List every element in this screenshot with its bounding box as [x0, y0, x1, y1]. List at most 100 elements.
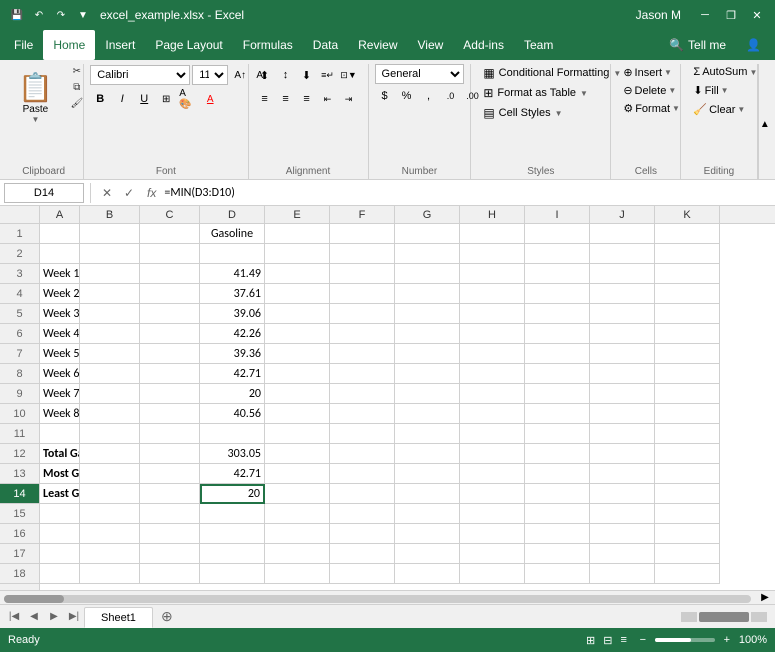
cell-B8[interactable] [80, 364, 140, 384]
cell-D16[interactable] [200, 524, 265, 544]
cell-J9[interactable] [590, 384, 655, 404]
cell-A18[interactable] [40, 564, 80, 584]
menu-home[interactable]: Home [43, 30, 95, 60]
cell-I5[interactable] [525, 304, 590, 324]
cell-A15[interactable] [40, 504, 80, 524]
col-header-F[interactable]: F [330, 206, 395, 223]
normal-view-btn[interactable]: ≡ [620, 634, 626, 646]
cell-J10[interactable] [590, 404, 655, 424]
cell-F13[interactable] [330, 464, 395, 484]
col-header-B[interactable]: B [80, 206, 140, 223]
cell-B14[interactable] [80, 484, 140, 504]
underline-btn[interactable]: U [134, 89, 154, 109]
cell-K3[interactable] [655, 264, 720, 284]
cell-D8[interactable]: 42.71 [200, 364, 265, 384]
cell-C6[interactable] [140, 324, 200, 344]
menu-account[interactable]: 👤 [736, 30, 771, 60]
cell-G9[interactable] [395, 384, 460, 404]
cell-B12[interactable] [80, 444, 140, 464]
cell-G17[interactable] [395, 544, 460, 564]
sheet-tab-first-btn[interactable]: |◀ [4, 605, 24, 628]
cell-A3[interactable]: Week 1 [40, 264, 80, 284]
cell-K7[interactable] [655, 344, 720, 364]
save-quick-btn[interactable]: 💾 [8, 6, 26, 24]
fill-color-btn[interactable]: A🎨 [178, 89, 198, 109]
cell-C10[interactable] [140, 404, 200, 424]
cell-H11[interactable] [460, 424, 525, 444]
confirm-formula-btn[interactable]: ✓ [119, 183, 139, 203]
row-num-9[interactable]: 9 [0, 384, 39, 404]
cell-C3[interactable] [140, 264, 200, 284]
cell-E1[interactable] [265, 224, 330, 244]
cell-H13[interactable] [460, 464, 525, 484]
row-num-11[interactable]: 11 [0, 424, 39, 444]
customize-quick-btn[interactable]: ▼ [74, 6, 92, 24]
cell-A17[interactable] [40, 544, 80, 564]
col-header-G[interactable]: G [395, 206, 460, 223]
menu-insert[interactable]: Insert [95, 30, 145, 60]
row-num-15[interactable]: 15 [0, 504, 39, 524]
col-header-I[interactable]: I [525, 206, 590, 223]
menu-team[interactable]: Team [514, 30, 563, 60]
cell-I13[interactable] [525, 464, 590, 484]
cell-A7[interactable]: Week 5 [40, 344, 80, 364]
cell-A4[interactable]: Week 2 [40, 284, 80, 304]
cell-H4[interactable] [460, 284, 525, 304]
cell-A8[interactable]: Week 6 [40, 364, 80, 384]
cell-J18[interactable] [590, 564, 655, 584]
cell-B16[interactable] [80, 524, 140, 544]
cell-G7[interactable] [395, 344, 460, 364]
cell-B7[interactable] [80, 344, 140, 364]
format-btn[interactable]: ⚙ Format ▼ [617, 100, 686, 117]
cell-D3[interactable]: 41.49 [200, 264, 265, 284]
align-right-btn[interactable]: ≡ [297, 89, 317, 109]
cell-D10[interactable]: 40.56 [200, 404, 265, 424]
col-header-D[interactable]: D [200, 206, 265, 223]
cell-G15[interactable] [395, 504, 460, 524]
row-num-2[interactable]: 2 [0, 244, 39, 264]
cell-D11[interactable] [200, 424, 265, 444]
bold-btn[interactable]: B [90, 89, 110, 109]
cell-J1[interactable] [590, 224, 655, 244]
row-num-13[interactable]: 13 [0, 464, 39, 484]
cell-H3[interactable] [460, 264, 525, 284]
decrease-indent-btn[interactable]: ⇤ [318, 89, 338, 109]
font-grow-btn[interactable]: A↑ [230, 65, 250, 85]
cell-H5[interactable] [460, 304, 525, 324]
cell-F4[interactable] [330, 284, 395, 304]
cell-E5[interactable] [265, 304, 330, 324]
cell-H15[interactable] [460, 504, 525, 524]
cell-H18[interactable] [460, 564, 525, 584]
cell-G10[interactable] [395, 404, 460, 424]
cell-C5[interactable] [140, 304, 200, 324]
cell-I16[interactable] [525, 524, 590, 544]
cell-B11[interactable] [80, 424, 140, 444]
cell-J17[interactable] [590, 544, 655, 564]
cell-F2[interactable] [330, 244, 395, 264]
cell-G16[interactable] [395, 524, 460, 544]
row-num-4[interactable]: 4 [0, 284, 39, 304]
sheet-tab-next-btn[interactable]: ▶ [44, 605, 64, 628]
redo-quick-btn[interactable]: ↷ [52, 6, 70, 24]
cell-B2[interactable] [80, 244, 140, 264]
cell-E15[interactable] [265, 504, 330, 524]
cell-G2[interactable] [395, 244, 460, 264]
fill-btn[interactable]: ⬇ Fill ▼ [687, 82, 734, 99]
row-num-3[interactable]: 3 [0, 264, 39, 284]
cell-K4[interactable] [655, 284, 720, 304]
cell-B5[interactable] [80, 304, 140, 324]
sheet-tab-last-btn[interactable]: ▶| [64, 605, 84, 628]
cell-C9[interactable] [140, 384, 200, 404]
cell-G18[interactable] [395, 564, 460, 584]
cell-D5[interactable]: 39.06 [200, 304, 265, 324]
zoom-out-btn[interactable]: − [635, 632, 651, 648]
italic-btn[interactable]: I [112, 89, 132, 109]
cell-C7[interactable] [140, 344, 200, 364]
ribbon-scroll-btn[interactable]: ▲ [758, 64, 771, 179]
cell-J11[interactable] [590, 424, 655, 444]
restore-btn[interactable]: ❐ [721, 5, 741, 25]
cell-B6[interactable] [80, 324, 140, 344]
formula-input[interactable] [164, 183, 771, 203]
align-bottom-btn[interactable]: ⬇ [297, 65, 317, 85]
decrease-decimal-btn[interactable]: .0 [441, 86, 461, 106]
